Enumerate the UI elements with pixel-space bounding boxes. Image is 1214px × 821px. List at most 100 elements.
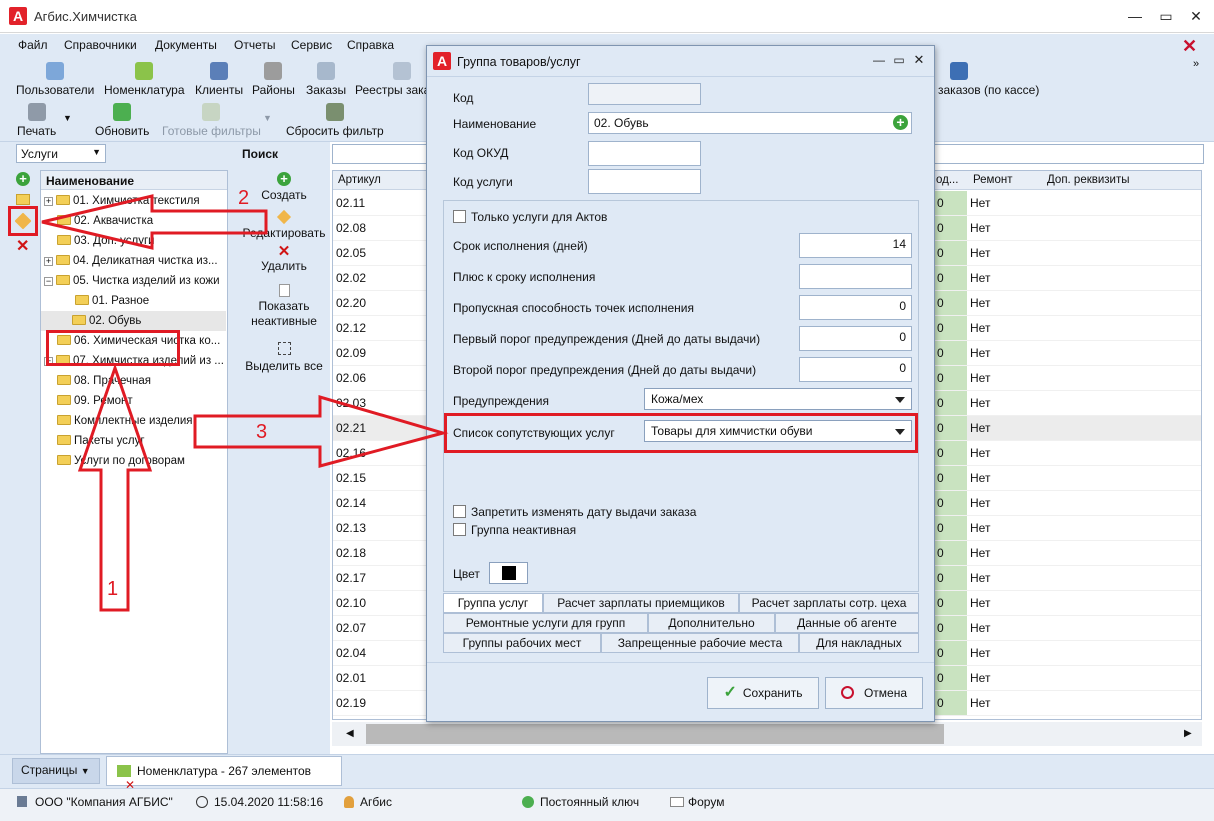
tree-item-label: Услуги по договорам bbox=[74, 455, 185, 467]
tab-service-group[interactable]: Группа услуг bbox=[443, 593, 543, 613]
tree-item-label: 02. Аквачистка bbox=[74, 215, 154, 227]
name-value: 02. Обувь bbox=[594, 116, 649, 130]
order-registers-button[interactable]: Реестры заказ bbox=[355, 62, 427, 97]
tab-receivers-salary[interactable]: Расчет зарплаты приемщиков bbox=[543, 593, 739, 613]
select-all-button[interactable]: Выделить все bbox=[234, 342, 334, 373]
tab-workshop-salary[interactable]: Расчет зарплаты сотр. цеха bbox=[739, 593, 919, 613]
scrollbar-thumb[interactable] bbox=[366, 724, 944, 744]
tree-item[interactable]: 01. Разное bbox=[44, 291, 226, 311]
plus-term-field[interactable] bbox=[799, 264, 912, 289]
tab-agent-data[interactable]: Данные об агенте bbox=[775, 613, 919, 633]
printer-icon bbox=[27, 103, 46, 121]
show-inactive-button[interactable]: Показать неактивные bbox=[234, 284, 334, 329]
scroll-right-icon[interactable]: ▶ bbox=[1184, 728, 1192, 739]
cash-icon bbox=[950, 62, 968, 80]
clients-button[interactable]: Клиенты bbox=[195, 62, 243, 97]
maximize-icon[interactable]: ▭ bbox=[1153, 6, 1179, 26]
reset-filter-button[interactable]: Сбросить фильтр bbox=[286, 103, 384, 138]
add-icon[interactable]: + bbox=[16, 172, 30, 186]
nomenclature-button[interactable]: Номенклатура bbox=[104, 62, 185, 97]
menu-documents[interactable]: Документы bbox=[155, 38, 217, 52]
inactive-checkbox[interactable]: Группа неактивная bbox=[453, 523, 576, 537]
tree-item[interactable]: 03. Доп. услуги bbox=[44, 231, 226, 251]
cell-code: 0 bbox=[934, 441, 967, 465]
code-field[interactable] bbox=[588, 83, 701, 105]
tab-repair-services[interactable]: Ремонтные услуги для групп bbox=[443, 613, 648, 633]
tab-additional[interactable]: Дополнительно bbox=[648, 613, 775, 633]
okud-field[interactable] bbox=[588, 141, 701, 166]
annotation-number-1: 1 bbox=[107, 578, 119, 600]
document-tab[interactable]: Номенклатура - 267 элементов ✕ bbox=[106, 756, 342, 792]
ready-filters-button[interactable]: Готовые фильтры bbox=[162, 103, 261, 138]
delete-icon[interactable]: ✕ bbox=[16, 236, 29, 256]
orders-button[interactable]: Заказы bbox=[306, 62, 346, 97]
cancel-button[interactable]: Отмена bbox=[825, 677, 923, 709]
forbid-date-checkbox[interactable]: Запретить изменять дату выдачи заказа bbox=[453, 505, 696, 519]
districts-button[interactable]: Районы bbox=[252, 62, 295, 97]
add-icon[interactable]: + bbox=[893, 115, 908, 130]
color-picker[interactable] bbox=[489, 562, 528, 584]
users-button[interactable]: Пользователи bbox=[16, 62, 94, 97]
close-icon[interactable]: ✕ bbox=[1183, 6, 1209, 26]
expand-icon[interactable]: + bbox=[44, 257, 53, 266]
warn2-field[interactable]: 0 bbox=[799, 357, 912, 382]
cell-article: 02.09 bbox=[336, 346, 367, 360]
print-button[interactable]: Печать bbox=[17, 103, 56, 138]
delete-button[interactable]: ✕ Удалить bbox=[234, 244, 334, 273]
save-button[interactable]: ✓ Сохранить bbox=[707, 677, 819, 709]
ribbon-overflow-icon[interactable]: » bbox=[1193, 58, 1199, 70]
menu-references[interactable]: Справочники bbox=[64, 38, 137, 52]
pages-label: Страницы bbox=[21, 763, 78, 777]
capacity-field[interactable]: 0 bbox=[799, 295, 912, 320]
tree-item[interactable]: 09. Ремонт bbox=[44, 391, 226, 411]
tree-item[interactable]: Услуги по договорам bbox=[44, 451, 226, 471]
cell-article: 02.08 bbox=[336, 221, 367, 235]
pages-button[interactable]: Страницы ▼ bbox=[12, 758, 100, 784]
tree-item[interactable]: 08. Прачечная bbox=[44, 371, 226, 391]
minimize-icon[interactable]: — bbox=[1122, 6, 1148, 26]
orders-by-cash-label: заказов (по кассе) bbox=[938, 83, 1040, 97]
column-code[interactable]: од... bbox=[936, 174, 958, 186]
print-dropdown-icon[interactable]: ▼ bbox=[63, 113, 72, 123]
tree-item[interactable]: 02. Аквачистка bbox=[44, 211, 226, 231]
tree-item[interactable]: Комплектные изделия bbox=[44, 411, 226, 431]
menu-help[interactable]: Справка bbox=[347, 38, 394, 52]
tab-workplace-groups[interactable]: Группы рабочих мест bbox=[443, 633, 601, 653]
edit-button[interactable]: Редактировать bbox=[234, 209, 334, 240]
tree-item[interactable]: Пакеты услуг bbox=[44, 431, 226, 451]
column-repair[interactable]: Ремонт bbox=[973, 174, 1012, 186]
tree-item-label: 03. Доп. услуги bbox=[74, 235, 155, 247]
dialog-close-icon[interactable]: ✕ bbox=[906, 50, 932, 70]
term-field[interactable]: 14 bbox=[799, 233, 912, 258]
column-extra[interactable]: Доп. реквизиты bbox=[1047, 174, 1130, 186]
service-code-field[interactable] bbox=[588, 169, 701, 194]
warnings-select[interactable]: Кожа/мех bbox=[644, 388, 912, 410]
folder-icon[interactable] bbox=[16, 194, 30, 205]
column-article[interactable]: Артикул bbox=[338, 174, 381, 186]
cell-code: 0 bbox=[934, 491, 967, 515]
refresh-button[interactable]: Обновить bbox=[95, 103, 149, 138]
only-acts-checkbox[interactable]: Только услуги для Актов bbox=[453, 210, 607, 224]
collapse-icon[interactable]: − bbox=[44, 277, 53, 286]
orders-by-cash-button[interactable]: заказов (по кассе) bbox=[938, 62, 1039, 97]
filters-dropdown-icon[interactable]: ▼ bbox=[263, 113, 272, 123]
forum-link[interactable]: Форум bbox=[670, 795, 724, 809]
type-select[interactable]: Услуги ▼ bbox=[16, 144, 106, 163]
warn1-field[interactable]: 0 bbox=[799, 326, 912, 351]
tree-item-selected[interactable]: 02. Обувь bbox=[41, 311, 226, 331]
basket-icon bbox=[135, 62, 154, 80]
close-document-icon[interactable]: ✕ bbox=[1182, 36, 1197, 57]
window-titlebar bbox=[0, 0, 1214, 33]
create-label: Создать bbox=[261, 188, 307, 202]
menu-service[interactable]: Сервис bbox=[291, 38, 332, 52]
tab-invoices[interactable]: Для накладных bbox=[799, 633, 919, 653]
tree-item[interactable]: +01. Химчистка текстиля bbox=[44, 191, 226, 211]
name-field[interactable]: 02. Обувь + bbox=[588, 112, 912, 134]
tab-forbidden-workplaces[interactable]: Запрещенные рабочие места bbox=[601, 633, 799, 653]
tree-item[interactable]: − 05. Чистка изделий из кожи bbox=[44, 271, 226, 291]
menu-reports[interactable]: Отчеты bbox=[234, 38, 275, 52]
tree-item[interactable]: +04. Деликатная чистка из... bbox=[44, 251, 226, 271]
menu-file[interactable]: Файл bbox=[18, 38, 48, 52]
expand-icon[interactable]: + bbox=[44, 197, 53, 206]
scroll-left-icon[interactable]: ◀ bbox=[346, 728, 354, 739]
